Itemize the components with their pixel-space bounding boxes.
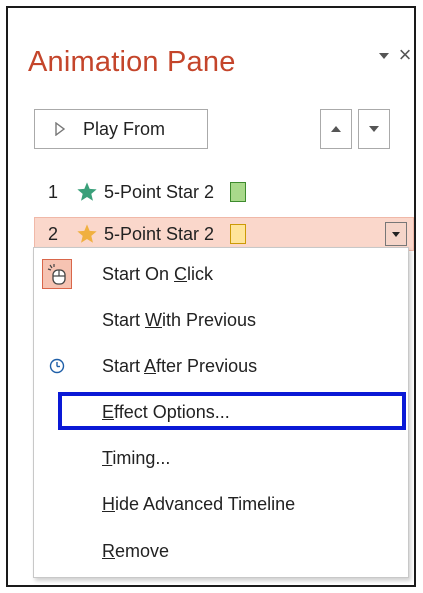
- menu-item-label: Start After Previous: [102, 355, 258, 376]
- star-icon: [77, 224, 97, 243]
- menu-item-label: Start On Click: [102, 263, 214, 284]
- menu-item-timing[interactable]: Timing...: [34, 438, 408, 478]
- triangle-up-icon: [331, 126, 341, 132]
- move-up-button[interactable]: [320, 109, 352, 149]
- pane-options-chevron-icon[interactable]: [378, 50, 390, 62]
- menu-item-label: Start With Previous: [102, 309, 257, 330]
- clock-icon: [42, 351, 72, 381]
- animation-name: 5-Point Star 2: [104, 181, 215, 202]
- play-from-button[interactable]: Play From: [34, 109, 208, 149]
- chevron-down-icon: [392, 231, 400, 237]
- menu-item-label: Hide Advanced Timeline: [102, 493, 296, 514]
- context-menu: Start On Click Start With Previous Start…: [33, 247, 409, 578]
- animation-number: 2: [48, 223, 59, 244]
- menu-item-label: Remove: [102, 540, 170, 561]
- menu-item-label: Timing...: [102, 447, 171, 468]
- menu-item-start-on-click[interactable]: Start On Click: [34, 254, 408, 294]
- star-icon: [77, 182, 97, 201]
- menu-item-start-with-previous[interactable]: Start With Previous: [34, 300, 408, 340]
- timing-bar: [230, 224, 247, 244]
- pane-title: Animation Pane: [28, 46, 236, 78]
- menu-item-remove[interactable]: Remove: [34, 531, 408, 571]
- highlight-box: [58, 392, 406, 430]
- animation-item-2[interactable]: 2 5-Point Star 2: [34, 217, 414, 251]
- menu-item-start-after-previous[interactable]: Start After Previous: [34, 346, 408, 386]
- animation-name: 5-Point Star 2: [104, 223, 215, 244]
- play-icon: [55, 122, 65, 136]
- mouse-click-icon: [42, 259, 72, 289]
- move-down-button[interactable]: [358, 109, 390, 149]
- triangle-down-icon: [369, 126, 379, 132]
- play-from-label: Play From: [83, 118, 166, 139]
- close-icon[interactable]: ×: [396, 43, 414, 67]
- animation-item-1[interactable]: 1 5-Point Star 2: [34, 176, 414, 208]
- animation-number: 1: [48, 181, 59, 202]
- menu-item-hide-advanced-timeline[interactable]: Hide Advanced Timeline: [34, 484, 408, 524]
- item-dropdown-button[interactable]: [385, 222, 407, 246]
- timing-bar: [230, 182, 247, 202]
